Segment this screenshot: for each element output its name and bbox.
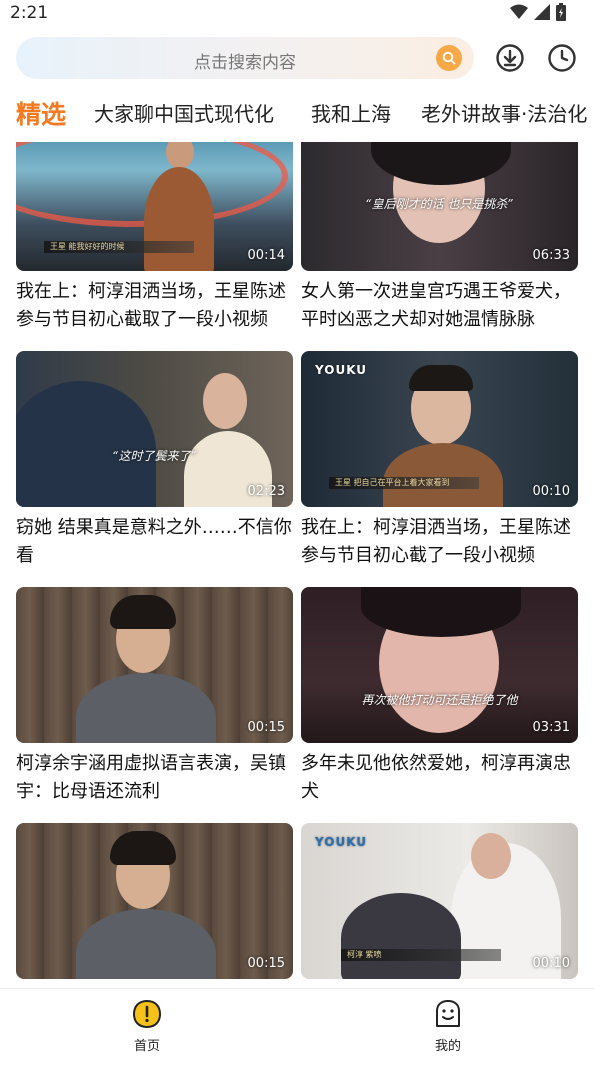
video-duration: 00:15 — [247, 720, 285, 735]
lower-third-caption: 王星 把自己在平台上着大家看到 — [329, 477, 479, 489]
nav-home[interactable]: 首页 — [107, 999, 187, 1054]
video-thumbnail[interactable]: “皇后刚才的话 也只是挑杀” 06:33 — [301, 142, 578, 271]
search-row: 点击搜索内容 — [0, 34, 594, 84]
video-thumbnail[interactable]: YOUKU 柯淳 紫喷 00:10 — [301, 823, 578, 979]
video-thumbnail[interactable]: YOUKU 王星 把自己在平台上着大家看到 00:10 — [301, 351, 578, 507]
video-subtitle: “皇后刚才的话 也只是挑杀” — [365, 197, 514, 211]
video-card[interactable]: YOUKU 王星 把自己在平台上着大家看到 00:10 我在上：柯淳泪洒当场，王… — [301, 351, 578, 570]
hair-image — [371, 142, 511, 185]
video-title[interactable]: 窃她 结果真是意料之外……不信你看 — [16, 514, 293, 570]
cellular-signal-icon — [534, 4, 550, 20]
video-feed[interactable]: 王星 能我好好的时候 00:14 我在上：柯淳泪洒当场，王星陈述参与节目初心截取… — [0, 142, 594, 988]
video-duration: 00:10 — [532, 956, 570, 971]
person-image — [144, 167, 214, 271]
video-thumbnail[interactable]: 王星 能我好好的时候 00:14 — [16, 142, 293, 271]
person-image — [341, 893, 461, 979]
status-bar: 2:21 — [0, 0, 594, 28]
video-title[interactable]: 我在上：柯淳泪洒当场，王星陈述参与节目初心截了一段小视频 — [301, 514, 578, 570]
video-thumbnail[interactable]: 00:15 — [16, 587, 293, 743]
video-title[interactable]: 女人第一次进皇宫巧遇王爷爱犬，平时凶恶之犬却对她温情脉脉 — [301, 278, 578, 334]
search-input[interactable]: 点击搜索内容 — [16, 37, 474, 79]
video-duration: 00:15 — [247, 956, 285, 971]
home-exclamation-icon — [132, 999, 162, 1029]
lower-third-caption: 柯淳 紫喷 — [341, 949, 501, 961]
search-button[interactable] — [436, 45, 462, 71]
person-image — [76, 673, 216, 743]
person-image — [471, 833, 511, 879]
video-duration: 00:10 — [532, 484, 570, 499]
person-image — [383, 443, 503, 507]
video-card[interactable]: 00:15 柯淳余宇涵用虚拟语言表演，吴镇宇：比母语还流利 — [16, 587, 293, 806]
category-tabs: 精选 大家聊中国式现代化 我和上海 老外讲故事·法治化 — [0, 96, 594, 136]
video-thumbnail[interactable]: 00:15 — [16, 823, 293, 979]
video-duration: 02:23 — [247, 484, 285, 499]
tab-modernization[interactable]: 大家聊中国式现代化 — [94, 98, 274, 127]
video-subtitle: “这时了鬓来了” — [112, 449, 197, 463]
video-card[interactable]: “皇后刚才的话 也只是挑杀” 06:33 女人第一次进皇宫巧遇王爷爱犬，平时凶恶… — [301, 142, 578, 334]
video-title[interactable]: 我在上：柯淳泪洒当场，王星陈述参与节目初心截取了一段小视频 — [16, 278, 293, 334]
video-duration: 03:31 — [532, 720, 570, 735]
video-card[interactable]: “这时了鬓来了” 02:23 窃她 结果真是意料之外……不信你看 — [16, 351, 293, 570]
video-thumbnail[interactable]: 再次被他打动可还是拒绝了他 03:31 — [301, 587, 578, 743]
bottom-nav: 首页 我的 — [0, 988, 594, 1069]
video-card[interactable]: 再次被他打动可还是拒绝了他 03:31 多年未见他依然爱她，柯淳再演忠犬 — [301, 587, 578, 806]
person-image — [76, 909, 216, 979]
youku-logo: YOUKU — [315, 835, 368, 849]
video-duration: 00:14 — [247, 248, 285, 263]
video-card[interactable]: YOUKU 柯淳 紫喷 00:10 — [301, 823, 578, 979]
nav-profile[interactable]: 我的 — [408, 999, 488, 1054]
hair-image — [110, 831, 176, 865]
video-title[interactable]: 柯淳余宇涵用虚拟语言表演，吴镇宇：比母语还流利 — [16, 750, 293, 806]
profile-face-icon — [436, 1000, 460, 1027]
youku-logo: YOUKU — [315, 363, 368, 377]
tab-me-and-shanghai[interactable]: 我和上海 — [311, 98, 391, 127]
wifi-icon — [510, 4, 528, 19]
video-subtitle: 再次被他打动可还是拒绝了他 — [361, 693, 518, 707]
video-card[interactable]: 王星 能我好好的时候 00:14 我在上：柯淳泪洒当场，王星陈述参与节目初心截取… — [16, 142, 293, 334]
nav-profile-label: 我的 — [434, 1039, 461, 1054]
video-card[interactable]: 00:15 — [16, 823, 293, 979]
hair-image — [409, 365, 473, 391]
tab-featured[interactable]: 精选 — [16, 96, 66, 131]
video-title[interactable]: 多年未见他依然爱她，柯淳再演忠犬 — [301, 750, 578, 806]
history-button[interactable] — [546, 42, 578, 74]
person-image — [203, 373, 247, 429]
person-image — [16, 381, 156, 507]
lower-third-caption: 王星 能我好好的时候 — [44, 241, 194, 253]
battery-icon — [556, 3, 566, 21]
video-thumbnail[interactable]: “这时了鬓来了” 02:23 — [16, 351, 293, 507]
search-placeholder: 点击搜索内容 — [194, 53, 296, 73]
search-icon — [442, 51, 456, 65]
status-icons — [510, 3, 566, 21]
tab-foreigners-stories[interactable]: 老外讲故事·法治化 — [421, 98, 587, 127]
hair-image — [110, 595, 176, 629]
status-time: 2:21 — [10, 3, 49, 23]
history-clock-icon — [548, 44, 576, 72]
video-duration: 06:33 — [532, 248, 570, 263]
download-icon — [496, 44, 524, 72]
nav-home-label: 首页 — [133, 1039, 160, 1054]
download-button[interactable] — [494, 42, 526, 74]
